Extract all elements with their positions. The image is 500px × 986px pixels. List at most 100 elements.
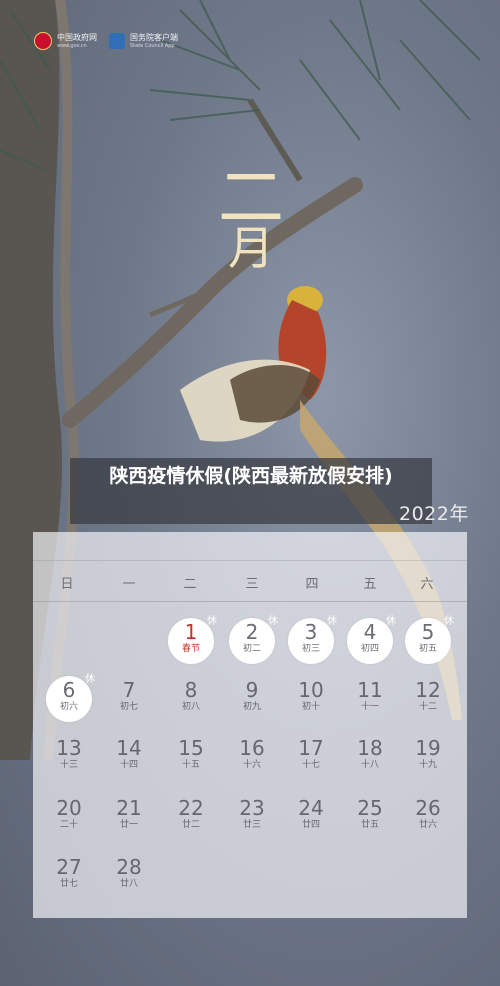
lunar-date: 廿五	[360, 820, 379, 830]
lunar-date: 廿八	[119, 879, 138, 889]
day-number: 25	[357, 796, 383, 820]
calendar-day-24[interactable]: 24 廿四	[288, 794, 334, 840]
month-character: 月	[228, 221, 274, 275]
weekday-sun: 日	[60, 577, 74, 592]
day-number: 20	[56, 796, 82, 820]
calendar-day-14[interactable]: 14 十四	[106, 734, 152, 780]
calendar-day-11[interactable]: 11 十一	[347, 676, 393, 722]
weekday-mon: 一	[122, 577, 136, 592]
rest-badge: 休	[268, 616, 278, 627]
day-number: 28	[116, 855, 142, 879]
lunar-date: 初三	[301, 644, 320, 654]
lunar-date: 春节	[181, 644, 200, 654]
day-number: 7	[122, 678, 136, 702]
weekday-wed: 三	[245, 577, 259, 592]
calendar-day-25[interactable]: 25 廿五	[347, 794, 393, 840]
lunar-date: 初六	[59, 702, 78, 712]
rest-badge: 休	[207, 616, 217, 627]
calendar-day-17[interactable]: 17 十七	[288, 734, 334, 780]
day-number: 11	[357, 678, 383, 702]
weekday-header: 日 一 二 三 四 五 六	[33, 560, 467, 602]
lunar-date: 初九	[242, 702, 261, 712]
calendar-day-20[interactable]: 20 二十	[46, 794, 92, 840]
poster-page: 中国政府网 www.gov.cn 国务院客户端 State Council Ap…	[0, 0, 500, 986]
calendar-day-27[interactable]: 27 廿七	[46, 853, 92, 899]
day-number: 10	[298, 678, 324, 702]
calendar-day-12[interactable]: 12 十二	[405, 676, 451, 722]
weekday-fri: 五	[363, 577, 377, 592]
rest-badge: 休	[444, 616, 454, 627]
state-council-app-logo[interactable]: 国务院客户端 State Council App	[109, 33, 178, 49]
calendar-day-10[interactable]: 10 初十	[288, 676, 334, 722]
calendar-day-15[interactable]: 15 十五	[168, 734, 214, 780]
day-number: 8	[184, 678, 198, 702]
lunar-date: 初八	[181, 702, 200, 712]
calendar-day-13[interactable]: 13 十三	[46, 734, 92, 780]
lunar-date: 廿一	[119, 820, 138, 830]
header-logos: 中国政府网 www.gov.cn 国务院客户端 State Council Ap…	[34, 32, 178, 50]
day-number: 14	[116, 736, 142, 760]
lunar-date: 廿四	[301, 820, 320, 830]
weekday-thu: 四	[305, 577, 319, 592]
article-title[interactable]: 陕西疫情休假(陕西最新放假安排)	[70, 458, 432, 524]
logo-url: www.gov.cn	[57, 42, 87, 49]
logo-name: 国务院客户端	[130, 32, 178, 42]
lunar-date: 初二	[242, 644, 261, 654]
lunar-date: 十四	[119, 760, 138, 770]
rest-badge: 休	[386, 616, 396, 627]
day-number: 9	[245, 678, 259, 702]
lunar-date: 初七	[119, 702, 138, 712]
day-number: 16	[239, 736, 265, 760]
calendar-day-21[interactable]: 21 廿一	[106, 794, 152, 840]
calendar-day-22[interactable]: 22 廿二	[168, 794, 214, 840]
lunar-date: 十五	[181, 760, 200, 770]
calendar-day-7[interactable]: 7 初七	[106, 676, 152, 722]
day-number: 18	[357, 736, 383, 760]
calendar-day-16[interactable]: 16 十六	[229, 734, 275, 780]
lunar-date: 十二	[418, 702, 437, 712]
day-number: 27	[56, 855, 82, 879]
lunar-date: 二十	[59, 820, 78, 830]
day-number: 26	[415, 796, 441, 820]
logo-subtitle: State Council App	[130, 42, 175, 49]
day-number: 21	[116, 796, 142, 820]
calendar-day-19[interactable]: 19 十九	[405, 734, 451, 780]
lunar-date: 十三	[59, 760, 78, 770]
app-icon	[109, 33, 125, 49]
lunar-date: 十八	[360, 760, 379, 770]
lunar-date: 十一	[360, 702, 379, 712]
day-number: 22	[178, 796, 204, 820]
weekday-sat: 六	[420, 577, 434, 592]
rest-badge: 休	[85, 674, 95, 685]
lunar-date: 初四	[360, 644, 379, 654]
calendar-card: 日 一 二 三 四 五 六 1 春节 休 2 初二 休 3 初三 休 4 初四 …	[33, 532, 467, 918]
day-number: 15	[178, 736, 204, 760]
month-calligraphy: 二 月	[196, 165, 306, 305]
lunar-date: 初十	[301, 702, 320, 712]
weekday-tue: 二	[183, 577, 197, 592]
calendar-day-18[interactable]: 18 十八	[347, 734, 393, 780]
lunar-date: 十七	[301, 760, 320, 770]
calendar-day-26[interactable]: 26 廿六	[405, 794, 451, 840]
lunar-date: 廿六	[418, 820, 437, 830]
day-number: 12	[415, 678, 441, 702]
day-number: 23	[239, 796, 265, 820]
calendar-day-9[interactable]: 9 初九	[229, 676, 275, 722]
day-number: 24	[298, 796, 324, 820]
gov-cn-logo[interactable]: 中国政府网 www.gov.cn	[34, 32, 97, 50]
day-number: 19	[415, 736, 441, 760]
national-emblem-icon	[34, 32, 52, 50]
lunar-date: 初五	[418, 644, 437, 654]
lunar-date: 廿三	[242, 820, 261, 830]
calendar-day-8[interactable]: 8 初八	[168, 676, 214, 722]
year-label: 2022年	[399, 503, 469, 525]
day-number: 17	[298, 736, 324, 760]
lunar-date: 廿二	[181, 820, 200, 830]
lunar-date: 廿七	[59, 879, 78, 889]
day-number: 13	[56, 736, 82, 760]
calendar-day-23[interactable]: 23 廿三	[229, 794, 275, 840]
lunar-date: 十六	[242, 760, 261, 770]
rest-badge: 休	[327, 616, 337, 627]
calendar-day-28[interactable]: 28 廿八	[106, 853, 152, 899]
lunar-date: 十九	[418, 760, 437, 770]
